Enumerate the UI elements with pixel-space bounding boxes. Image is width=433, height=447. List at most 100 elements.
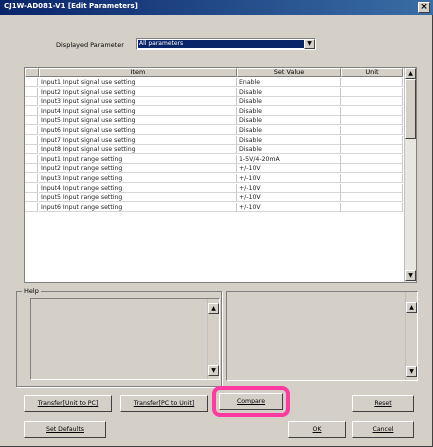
displayed-parameter-value: All parameters — [138, 40, 304, 48]
cell-item: Input1 Input range setting — [39, 154, 237, 164]
cell-unit — [341, 145, 403, 155]
scroll-down-icon[interactable]: ▼ — [405, 270, 416, 281]
table-scrollbar[interactable]: ▲ ▼ — [404, 68, 416, 282]
column-header-unit[interactable]: Unit — [341, 68, 403, 77]
row-selector[interactable] — [25, 97, 38, 107]
cell-set-value[interactable]: Disable — [237, 116, 341, 126]
cell-set-value[interactable]: +/-10V — [237, 193, 341, 203]
cell-set-value[interactable]: Disable — [237, 106, 341, 116]
help-text-box[interactable]: ▲ ▼ — [30, 298, 220, 380]
detail-text-box[interactable]: ▲ ▼ — [226, 291, 418, 381]
cell-item: Input6 Input range setting — [39, 202, 237, 212]
table-row[interactable]: Input1 Input signal use setting Enable — [25, 78, 403, 87]
reset-label: Reset — [374, 400, 392, 407]
cell-item: Input3 Input range setting — [39, 174, 237, 183]
ok-button[interactable]: OK — [288, 421, 346, 438]
row-selector[interactable] — [25, 135, 38, 145]
cell-set-value[interactable]: Disable — [237, 145, 341, 155]
row-selector[interactable] — [25, 116, 38, 126]
close-icon[interactable]: × — [418, 2, 430, 13]
cell-item: Input8 Input signal use setting — [39, 145, 237, 155]
cell-unit — [341, 116, 403, 126]
reset-button[interactable]: Reset — [352, 395, 414, 412]
table-row[interactable]: Input3 Input range setting +/-10V — [25, 174, 403, 183]
row-selector[interactable] — [25, 145, 38, 155]
table-row[interactable]: Input4 Input signal use setting Disable — [25, 106, 403, 116]
table-row[interactable]: Input6 Input signal use setting Disable — [25, 126, 403, 135]
row-selector[interactable] — [25, 174, 38, 183]
row-selector[interactable] — [25, 87, 38, 97]
row-selector[interactable] — [25, 164, 38, 174]
help-label: Help — [22, 287, 41, 295]
scroll-up-icon[interactable]: ▲ — [405, 68, 416, 79]
set-defaults-button[interactable]: Set Defaults — [24, 421, 106, 438]
cell-set-value[interactable]: Disable — [237, 135, 341, 145]
cell-unit — [341, 97, 403, 107]
detail-scrollbar[interactable]: ▲ ▼ — [405, 292, 417, 380]
cancel-button[interactable]: Cancel — [352, 421, 414, 438]
table-row[interactable]: Input8 Input signal use setting Disable — [25, 145, 403, 155]
cancel-label: Cancel — [372, 426, 394, 433]
cell-item: Input4 Input range setting — [39, 183, 237, 193]
edit-parameters-window: CJ1W-AD081-V1 [Edit Parameters] × Displa… — [0, 0, 433, 447]
table-row[interactable]: Input7 Input signal use setting Disable — [25, 135, 403, 145]
displayed-parameter-dropdown[interactable]: All parameters ▼ — [136, 38, 316, 50]
cell-unit — [341, 183, 403, 193]
table-row[interactable]: Input1 Input range setting 1-5V/4-20mA — [25, 154, 403, 164]
table-row[interactable]: Input6 Input range setting +/-10V — [25, 202, 403, 212]
column-header-item[interactable]: Item — [39, 68, 237, 77]
transfer-pc-to-unit-label: Transfer[PC to Unit] — [133, 400, 195, 407]
cell-set-value[interactable]: +/-10V — [237, 174, 341, 183]
cell-item: Input2 Input signal use setting — [39, 87, 237, 97]
cell-set-value[interactable]: Enable — [237, 78, 341, 87]
column-header-set-value[interactable]: Set Value — [237, 68, 341, 77]
cell-unit — [341, 174, 403, 183]
detail-scroll-down-icon[interactable]: ▼ — [406, 366, 417, 377]
cell-item: Input3 Input signal use setting — [39, 97, 237, 107]
table-row[interactable]: Input2 Input signal use setting Disable — [25, 87, 403, 97]
row-selector[interactable] — [25, 202, 38, 212]
compare-highlight-annotation — [212, 386, 290, 417]
row-selector[interactable] — [25, 193, 38, 203]
parameter-table: Item Set Value Unit Input1 Input signal … — [24, 67, 417, 283]
row-selector[interactable] — [25, 154, 38, 164]
cell-set-value[interactable]: Disable — [237, 126, 341, 135]
row-selector[interactable] — [25, 126, 38, 135]
cell-set-value[interactable]: 1-5V/4-20mA — [237, 154, 341, 164]
set-defaults-label: Set Defaults — [46, 426, 84, 433]
cell-set-value[interactable]: +/-10V — [237, 202, 341, 212]
table-row[interactable]: Input5 Input range setting +/-10V — [25, 193, 403, 203]
cell-set-value[interactable]: +/-10V — [237, 164, 341, 174]
row-selector[interactable] — [25, 78, 38, 87]
cell-set-value[interactable]: Disable — [237, 97, 341, 107]
cell-unit — [341, 164, 403, 174]
help-scroll-down-icon[interactable]: ▼ — [208, 365, 219, 376]
table-row[interactable]: Input3 Input signal use setting Disable — [25, 97, 403, 107]
cell-item: Input7 Input signal use setting — [39, 135, 237, 145]
help-scroll-up-icon[interactable]: ▲ — [208, 303, 219, 314]
cell-unit — [341, 154, 403, 164]
cell-item: Input5 Input range setting — [39, 193, 237, 203]
cell-unit — [341, 87, 403, 97]
cell-set-value[interactable]: +/-10V — [237, 183, 341, 193]
transfer-pc-to-unit-button[interactable]: Transfer[PC to Unit] — [120, 395, 208, 412]
help-scrollbar[interactable]: ▲ ▼ — [207, 299, 219, 379]
table-row[interactable]: Input2 Input range setting +/-10V — [25, 164, 403, 174]
cell-unit — [341, 193, 403, 203]
table-row[interactable]: Input4 Input range setting +/-10V — [25, 183, 403, 193]
window-title: CJ1W-AD081-V1 [Edit Parameters] — [4, 2, 138, 10]
cell-unit — [341, 126, 403, 135]
cell-set-value[interactable]: Disable — [237, 87, 341, 97]
table-row[interactable]: Input5 Input signal use setting Disable — [25, 116, 403, 126]
scroll-thumb[interactable] — [405, 79, 416, 139]
transfer-unit-to-pc-label: Transfer[Unit to PC] — [37, 400, 99, 407]
ok-label: OK — [312, 426, 322, 433]
title-bar[interactable]: CJ1W-AD081-V1 [Edit Parameters] × — [0, 0, 433, 15]
transfer-unit-to-pc-button[interactable]: Transfer[Unit to PC] — [24, 395, 112, 412]
chevron-down-icon[interactable]: ▼ — [304, 39, 315, 49]
cell-item: Input4 Input signal use setting — [39, 106, 237, 116]
detail-scroll-up-icon[interactable]: ▲ — [406, 302, 417, 313]
row-selector[interactable] — [25, 106, 38, 116]
row-selector[interactable] — [25, 183, 38, 193]
cell-item: Input6 Input signal use setting — [39, 126, 237, 135]
